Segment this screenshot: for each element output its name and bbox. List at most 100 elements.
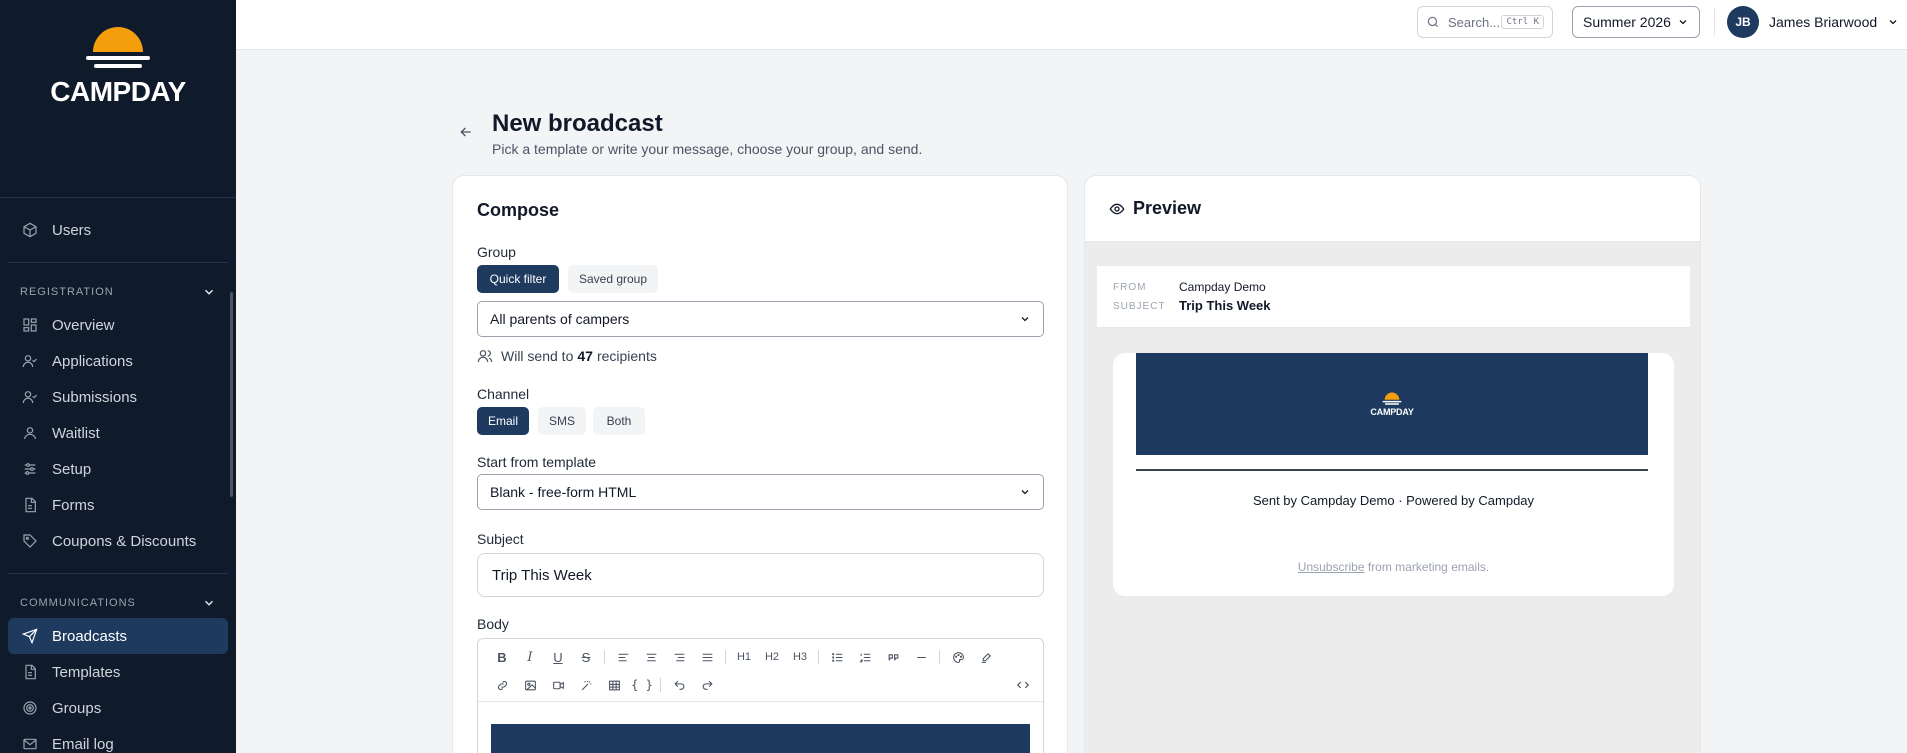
template-select-value: Blank - free-form HTML (490, 484, 637, 500)
bullet-list-icon[interactable] (823, 646, 851, 668)
logo-text: CAMPDAY (50, 76, 186, 107)
horizontal-rule-icon[interactable] (907, 646, 935, 668)
avatar: JB (1727, 6, 1759, 38)
season-select[interactable]: Summer 2026 (1572, 6, 1700, 38)
recipients-number: 47 (577, 348, 593, 364)
image-icon[interactable] (516, 674, 544, 696)
user-name: James Briarwood (1769, 14, 1878, 30)
numbered-list-icon[interactable] (851, 646, 879, 668)
align-left-icon[interactable] (609, 646, 637, 668)
undo-icon[interactable] (665, 674, 693, 696)
preview-card: Preview FROM Campday Demo SUBJECT Trip T… (1084, 175, 1701, 753)
section-communications[interactable]: COMMUNICATIONS (8, 588, 228, 618)
user-icon (20, 423, 40, 443)
quick-filter-button[interactable]: Quick filter (477, 265, 559, 293)
sidebar-divider (8, 573, 228, 574)
page-subtitle: Pick a template or write your message, c… (492, 141, 923, 157)
sidebar-item-users[interactable]: Users (8, 212, 228, 248)
template-select[interactable]: Blank - free-form HTML (477, 474, 1044, 510)
source-code-icon[interactable] (1009, 674, 1037, 696)
toolbar-separator (725, 650, 726, 664)
align-center-icon[interactable] (637, 646, 665, 668)
sidebar-item-email-log[interactable]: Email log (8, 726, 228, 753)
sliders-icon (20, 459, 40, 479)
channel-label: Channel (477, 386, 530, 402)
palette-icon[interactable] (944, 646, 972, 668)
video-icon[interactable] (544, 674, 572, 696)
group-select-value: All parents of campers (490, 311, 630, 327)
sidebar-item-overview[interactable]: Overview (8, 307, 228, 343)
email-divider (1136, 469, 1648, 471)
sidebar-item-coupons[interactable]: Coupons & Discounts (8, 523, 228, 559)
sidebar-item-label: Submissions (52, 388, 138, 406)
bold-icon[interactable]: B (488, 646, 516, 668)
sidebar-item-waitlist[interactable]: Waitlist (8, 415, 228, 451)
grid-icon (20, 315, 40, 335)
toolbar-separator (818, 650, 819, 664)
sidebar-item-label: Setup (52, 460, 92, 478)
back-arrow-icon[interactable] (458, 124, 474, 140)
topbar-divider (1714, 8, 1715, 36)
group-select[interactable]: All parents of campers (477, 301, 1044, 337)
align-justify-icon[interactable] (693, 646, 721, 668)
unsubscribe-link[interactable]: Unsubscribe (1298, 560, 1365, 574)
channel-both-button[interactable]: Both (593, 407, 645, 435)
underline-icon[interactable]: U (544, 646, 572, 668)
sidebar-item-label: Waitlist (52, 424, 100, 442)
rich-text-editor[interactable]: B I U S H1 H2 H3 {} (477, 638, 1044, 753)
sidebar-item-forms[interactable]: Forms (8, 487, 228, 523)
sidebar-scrollbar[interactable] (230, 292, 233, 497)
magic-wand-icon[interactable] (572, 674, 600, 696)
recipient-count: Will send to 47 recipients (477, 348, 657, 364)
preview-meta: FROM Campday Demo SUBJECT Trip This Week (1097, 266, 1690, 328)
sidebar-item-groups[interactable]: Groups (8, 690, 228, 726)
heading-3-icon[interactable]: H3 (786, 646, 814, 668)
redo-icon[interactable] (693, 674, 721, 696)
chevron-down-icon (1021, 490, 1029, 495)
chevron-down-icon (204, 289, 214, 295)
heading-2-icon[interactable]: H2 (758, 646, 786, 668)
from-value: Campday Demo (1179, 280, 1266, 294)
section-registration[interactable]: REGISTRATION (8, 277, 228, 307)
sidebar-item-label: Broadcasts (52, 627, 128, 645)
link-icon[interactable] (488, 674, 516, 696)
italic-icon[interactable]: I (516, 646, 544, 668)
chevron-down-icon (1889, 20, 1897, 25)
heading-1-icon[interactable]: H1 (730, 646, 758, 668)
sidebar-item-submissions[interactable]: Submissions (8, 379, 228, 415)
search-box[interactable]: Search... Ctrl K (1417, 6, 1553, 38)
template-label: Start from template (477, 454, 597, 470)
user-check-icon (20, 387, 40, 407)
sidebar-item-label: Overview (52, 316, 115, 334)
subject-preview-value: Trip This Week (1179, 298, 1271, 313)
sidebar-item-applications[interactable]: Applications (8, 343, 228, 379)
toolbar-separator (604, 650, 605, 664)
body-label: Body (477, 616, 509, 632)
sidebar-item-label: Applications (52, 352, 133, 370)
table-icon[interactable] (600, 674, 628, 696)
channel-sms-button[interactable]: SMS (538, 407, 586, 435)
sidebar-divider (8, 262, 228, 263)
code-braces-icon[interactable]: { } (628, 674, 656, 696)
logo[interactable]: CAMPDAY (0, 0, 236, 198)
subject-input[interactable]: Trip This Week (477, 553, 1044, 597)
strikethrough-icon[interactable]: S (572, 646, 600, 668)
channel-email-button[interactable]: Email (477, 407, 529, 435)
saved-group-button[interactable]: Saved group (568, 265, 658, 293)
sun-logo-icon (1382, 392, 1402, 405)
user-menu[interactable]: JB James Briarwood (1727, 6, 1899, 38)
sidebar-item-setup[interactable]: Setup (8, 451, 228, 487)
recipients-suffix: recipients (596, 348, 657, 364)
mail-icon (20, 734, 40, 753)
sidebar-item-broadcasts[interactable]: Broadcasts (8, 618, 228, 654)
highlighter-icon[interactable] (972, 646, 1000, 668)
quote-icon[interactable] (879, 646, 907, 668)
sidebar-item-templates[interactable]: Templates (8, 654, 228, 690)
sun-logo-icon (86, 27, 150, 68)
editor-toolbar-row-1: B I U S H1 H2 H3 (478, 643, 1043, 671)
users-icon (477, 350, 493, 363)
align-right-icon[interactable] (665, 646, 693, 668)
section-title: REGISTRATION (20, 286, 114, 298)
from-key: FROM (1113, 282, 1147, 293)
subject-label: Subject (477, 531, 524, 547)
